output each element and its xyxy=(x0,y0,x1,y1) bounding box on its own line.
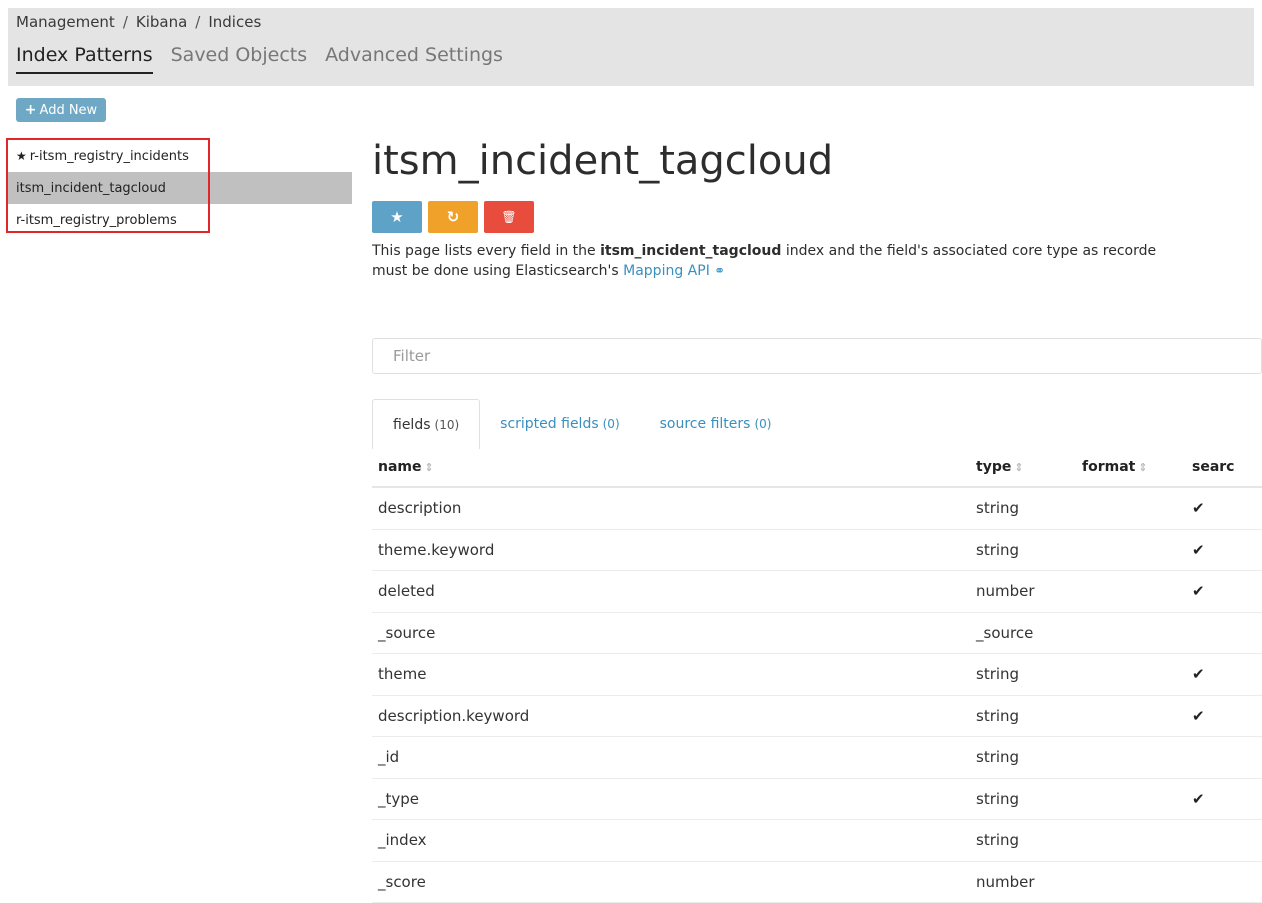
link-icon: ⚭ xyxy=(714,264,725,279)
check-icon: ✔ xyxy=(1192,541,1262,559)
column-header-searchable[interactable]: searc xyxy=(1192,459,1262,475)
table-row[interactable]: deletednumber ✔ xyxy=(372,571,1262,613)
tab-fields[interactable]: fields (10) xyxy=(372,399,480,449)
sidebar-item-label: r-itsm_registry_problems xyxy=(16,213,177,228)
header-label: format xyxy=(1082,459,1135,475)
check-icon: ✔ xyxy=(1192,665,1262,683)
trash-icon: 🗑 xyxy=(501,210,516,224)
table-row[interactable]: _typestring ✔ xyxy=(372,779,1262,821)
description-index-name: itsm_incident_tagcloud xyxy=(600,243,781,259)
tab-advanced-settings[interactable]: Advanced Settings xyxy=(325,44,503,74)
tab-source-filters[interactable]: source filters(0) xyxy=(640,399,792,449)
breadcrumb: Management / Kibana / Indices xyxy=(16,8,261,36)
fields-table: name⇕ type⇕ format⇕ searc descriptionstr… xyxy=(372,448,1262,903)
sidebar-item-r-itsm-registry-incidents[interactable]: ★ r-itsm_registry_incidents xyxy=(8,140,352,172)
field-type-cell: string xyxy=(976,831,1082,849)
header-label: type xyxy=(976,459,1011,475)
table-header: name⇕ type⇕ format⇕ searc xyxy=(372,448,1262,488)
tab-label: scripted fields xyxy=(500,416,598,432)
field-type-cell: number xyxy=(976,582,1082,600)
check-icon: ✔ xyxy=(1192,707,1262,725)
check-icon: ✔ xyxy=(1192,582,1262,600)
table-row[interactable]: description.keywordstring ✔ xyxy=(372,696,1262,738)
field-name-cell: _score xyxy=(372,873,976,891)
table-row[interactable]: themestring ✔ xyxy=(372,654,1262,696)
tab-label: fields xyxy=(393,417,431,433)
header-label: searc xyxy=(1192,459,1234,475)
table-row[interactable]: _indexstring xyxy=(372,820,1262,862)
field-name-cell: _type xyxy=(372,790,976,808)
page-title: itsm_incident_tagcloud xyxy=(372,138,833,184)
set-default-button[interactable]: ★ xyxy=(372,201,422,233)
field-name-cell: _index xyxy=(372,831,976,849)
tab-count: (0) xyxy=(754,417,771,431)
field-name-cell: description.keyword xyxy=(372,707,976,725)
column-header-type[interactable]: type⇕ xyxy=(976,459,1082,475)
index-actions: ★ ↻ 🗑 xyxy=(372,201,540,233)
add-new-label: Add New xyxy=(40,103,98,118)
field-type-cell: string xyxy=(976,707,1082,725)
top-bar: Management / Kibana / Indices Index Patt… xyxy=(8,8,1254,86)
sidebar-item-itsm-incident-tagcloud[interactable]: itsm_incident_tagcloud xyxy=(8,172,352,204)
delete-index-pattern-button[interactable]: 🗑 xyxy=(484,201,534,233)
breadcrumb-indices: Indices xyxy=(208,13,261,31)
management-tabs: Index Patterns Saved Objects Advanced Se… xyxy=(16,44,521,74)
breadcrumb-kibana[interactable]: Kibana xyxy=(136,13,187,31)
sidebar-item-label: itsm_incident_tagcloud xyxy=(16,181,166,196)
sort-icon: ⇕ xyxy=(1014,461,1023,474)
field-tabs: fields (10) scripted fields (0) source fil… xyxy=(372,399,791,449)
sort-icon: ⇕ xyxy=(425,461,434,474)
check-icon: ✔ xyxy=(1192,790,1262,808)
check-icon: ✔ xyxy=(1192,499,1262,517)
star-icon: ★ xyxy=(16,149,27,163)
field-name-cell: description xyxy=(372,499,976,517)
sidebar-item-label: r-itsm_registry_incidents xyxy=(30,149,189,164)
sidebar-item-r-itsm-registry-problems[interactable]: r-itsm_registry_problems xyxy=(8,204,352,236)
description-text: This page lists every field in the xyxy=(372,243,600,259)
field-type-cell: string xyxy=(976,499,1082,517)
table-row[interactable]: theme.keywordstring ✔ xyxy=(372,530,1262,572)
mapping-api-link[interactable]: Mapping API xyxy=(623,263,710,279)
field-name-cell: deleted xyxy=(372,582,976,600)
table-row[interactable]: descriptionstring ✔ xyxy=(372,488,1262,530)
star-icon: ★ xyxy=(390,208,403,226)
field-type-cell: string xyxy=(976,790,1082,808)
field-name-cell: theme.keyword xyxy=(372,541,976,559)
header-label: name xyxy=(378,459,422,475)
tab-scripted-fields[interactable]: scripted fields (0) xyxy=(480,399,639,449)
column-header-format[interactable]: format⇕ xyxy=(1082,459,1192,475)
description-text: must be done using Elasticsearch's xyxy=(372,263,623,279)
field-name-cell: _id xyxy=(372,748,976,766)
column-header-name[interactable]: name⇕ xyxy=(372,459,976,475)
field-name-cell: _source xyxy=(372,624,976,642)
field-type-cell: string xyxy=(976,748,1082,766)
add-new-button[interactable]: + Add New xyxy=(16,98,106,122)
sort-icon: ⇕ xyxy=(1138,461,1147,474)
refresh-icon: ↻ xyxy=(447,208,460,226)
description-text: index and the field's associated core ty… xyxy=(781,243,1156,259)
index-pattern-list: ★ r-itsm_registry_incidents itsm_inciden… xyxy=(8,140,352,236)
table-row[interactable]: _source_source xyxy=(372,613,1262,655)
tab-index-patterns[interactable]: Index Patterns xyxy=(16,44,153,74)
field-name-cell: theme xyxy=(372,665,976,683)
field-type-cell: number xyxy=(976,873,1082,891)
table-row[interactable]: _idstring xyxy=(372,737,1262,779)
field-type-cell: _source xyxy=(976,624,1082,642)
page-description: This page lists every field in the itsm_… xyxy=(372,241,1262,282)
field-type-cell: string xyxy=(976,541,1082,559)
tab-saved-objects[interactable]: Saved Objects xyxy=(171,44,308,74)
refresh-fields-button[interactable]: ↻ xyxy=(428,201,478,233)
field-type-cell: string xyxy=(976,665,1082,683)
filter-input[interactable] xyxy=(372,338,1262,374)
tab-count: (0) xyxy=(603,417,620,431)
table-row[interactable]: _scorenumber xyxy=(372,862,1262,903)
table-body: descriptionstring✔theme.keywordstring✔de… xyxy=(372,488,1262,903)
plus-icon: + xyxy=(25,102,37,118)
breadcrumb-separator: / xyxy=(195,13,200,31)
breadcrumb-separator: / xyxy=(123,13,128,31)
tab-count: (10) xyxy=(435,418,460,432)
breadcrumb-management[interactable]: Management xyxy=(16,13,115,31)
tab-label: source filters xyxy=(660,416,751,432)
